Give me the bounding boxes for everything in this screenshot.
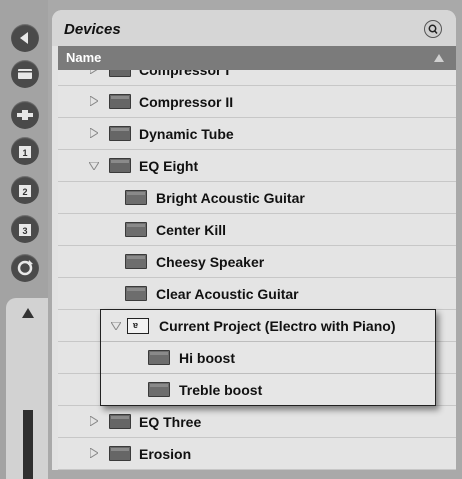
svg-text:2: 2: [22, 187, 27, 197]
list-item[interactable]: Center Kill: [58, 214, 456, 246]
device-folder-icon: [109, 446, 131, 461]
expand-triangle-icon[interactable]: [90, 70, 98, 74]
collapse-triangle-icon[interactable]: [89, 162, 99, 170]
svg-text:1: 1: [22, 148, 27, 158]
preset-icon: [148, 382, 170, 397]
list-item[interactable]: Compressor I: [58, 70, 456, 86]
device-folder-icon: [109, 70, 131, 77]
sync-icon[interactable]: [11, 254, 39, 282]
column-header-label: Name: [66, 50, 102, 65]
name-column-header[interactable]: Name: [58, 46, 456, 70]
expand-triangle-icon[interactable]: [90, 128, 98, 138]
drag-preview-popup[interactable]: ɐ Current Project (Electro with Piano) H…: [100, 309, 436, 406]
sort-ascending-icon: [434, 54, 444, 62]
devices-icon[interactable]: [11, 60, 39, 88]
list-item-label: Center Kill: [156, 222, 227, 238]
list-item-label: EQ Eight: [139, 158, 199, 174]
preset-icon: [125, 222, 147, 237]
list-item[interactable]: Bright Acoustic Guitar: [58, 182, 456, 214]
folder-1-icon[interactable]: 1: [11, 137, 39, 165]
device-folder-icon: [109, 158, 131, 173]
preset-icon: [125, 190, 147, 205]
expand-triangle-icon[interactable]: [90, 96, 98, 106]
collapse-triangle-icon[interactable]: [111, 322, 121, 330]
list-item-label: Treble boost: [179, 382, 263, 398]
folder-2-icon[interactable]: 2: [11, 176, 39, 204]
browser-titlebar: Devices: [52, 10, 456, 46]
expand-triangle-icon[interactable]: [90, 416, 98, 426]
list-item[interactable]: Dynamic Tube: [58, 118, 456, 150]
list-item-label: Erosion: [139, 446, 192, 462]
list-item-label: Compressor II: [139, 94, 234, 110]
device-list: Compressor I Compressor II Dynamic Tube …: [58, 70, 456, 470]
sidebar-tab: [6, 298, 48, 479]
search-icon[interactable]: [424, 20, 442, 38]
preset-icon: [125, 286, 147, 301]
browser-sidebar: 1 2 3: [0, 0, 48, 479]
list-item[interactable]: EQ Three: [58, 406, 456, 438]
list-item[interactable]: Clear Acoustic Guitar: [58, 278, 456, 310]
list-item-label: Clear Acoustic Guitar: [156, 286, 299, 302]
list-item[interactable]: Treble boost: [101, 374, 435, 406]
list-item-label: Compressor I: [139, 70, 230, 78]
device-folder-icon: [109, 414, 131, 429]
device-folder-icon: [109, 126, 131, 141]
list-item-label: EQ Three: [139, 414, 202, 430]
list-item[interactable]: Cheesy Speaker: [58, 246, 456, 278]
list-item[interactable]: Erosion: [58, 438, 456, 470]
list-item[interactable]: EQ Eight: [58, 150, 456, 182]
preset-icon: [148, 350, 170, 365]
project-folder-icon: ɐ: [127, 318, 149, 334]
project-folder-row[interactable]: ɐ Current Project (Electro with Piano): [101, 310, 435, 342]
device-folder-icon: [109, 94, 131, 109]
plugin-icon[interactable]: [11, 101, 39, 129]
scroll-indicator[interactable]: [23, 410, 33, 479]
list-item-label: Dynamic Tube: [139, 126, 234, 142]
list-item-label: Cheesy Speaker: [156, 254, 265, 270]
preset-icon: [125, 254, 147, 269]
project-folder-label: Current Project (Electro with Piano): [159, 318, 396, 334]
list-item-label: Hi boost: [179, 350, 235, 366]
list-item-label: Bright Acoustic Guitar: [156, 190, 305, 206]
svg-text:3: 3: [22, 226, 27, 236]
folder-3-icon[interactable]: 3: [11, 215, 39, 243]
expand-triangle-icon[interactable]: [90, 448, 98, 458]
list-item[interactable]: Compressor II: [58, 86, 456, 118]
list-item[interactable]: Hi boost: [101, 342, 435, 374]
back-icon[interactable]: [11, 24, 39, 52]
browser-title: Devices: [64, 21, 121, 38]
scroll-up-icon[interactable]: [22, 308, 34, 318]
